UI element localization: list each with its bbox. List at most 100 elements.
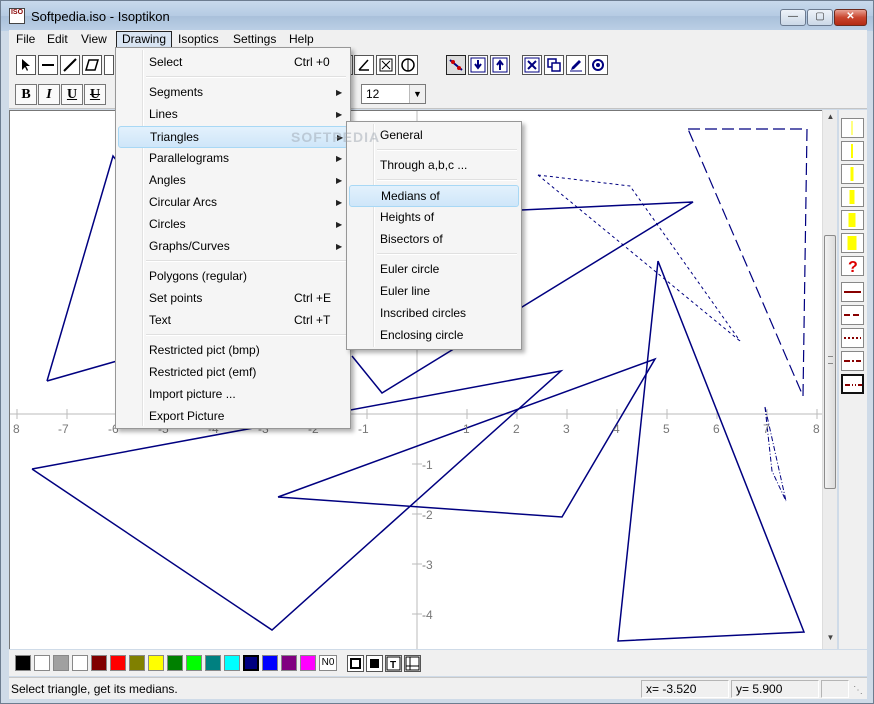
line-style-dot-button[interactable] xyxy=(841,328,864,348)
color-swatch[interactable] xyxy=(72,655,88,671)
triangles-item-enclosing-circle[interactable]: Enclosing circle xyxy=(349,325,519,347)
italic-button[interactable]: I xyxy=(38,84,60,105)
scroll-down-icon[interactable]: ▼ xyxy=(823,633,838,647)
line-width-3-button[interactable] xyxy=(841,164,864,184)
color-swatch[interactable] xyxy=(110,655,126,671)
triangle-edge[interactable] xyxy=(46,360,118,382)
triangle-dashed[interactable] xyxy=(687,128,808,397)
triangles-item-heights-of[interactable]: Heights of xyxy=(349,207,519,229)
vertical-scrollbar[interactable]: ▲ ▼ xyxy=(822,110,837,649)
drawing-menu-item-graphs-curves[interactable]: Graphs/Curves ▶ xyxy=(118,236,348,258)
color-swatch[interactable] xyxy=(262,655,278,671)
drawing-menu-item-export-picture[interactable]: Export Picture xyxy=(118,406,348,428)
menu-help[interactable]: Help xyxy=(284,31,319,48)
drawing-menu-item-circular-arcs[interactable]: Circular Arcs ▶ xyxy=(118,192,348,214)
triangles-item-euler-circle[interactable]: Euler circle xyxy=(349,259,519,281)
font-size-select[interactable]: 12 ▼ xyxy=(361,84,426,104)
outline-mode-button[interactable] xyxy=(347,655,364,672)
segment-tool-button[interactable] xyxy=(38,55,58,75)
scroll-thumb[interactable] xyxy=(824,235,836,489)
submenu-arrow-icon: ▶ xyxy=(336,154,343,163)
line-tool-button[interactable] xyxy=(60,55,80,75)
triangle-shape-5[interactable] xyxy=(617,260,806,642)
color-swatch[interactable] xyxy=(243,655,259,671)
chevron-down-icon[interactable]: ▼ xyxy=(409,85,425,103)
triangle-shape-1[interactable] xyxy=(46,154,118,382)
triangles-item-through-a-b-c[interactable]: Through a,b,c ... xyxy=(349,155,519,177)
menu-settings[interactable]: Settings xyxy=(228,31,281,48)
menu-file[interactable]: File xyxy=(11,31,40,48)
line-icon xyxy=(63,58,77,72)
strikeout-button[interactable]: U xyxy=(84,84,106,105)
properties-button[interactable] xyxy=(588,55,608,75)
triangles-item-medians-of[interactable]: Medians of xyxy=(349,185,519,207)
drawing-menu-item-set-points[interactable]: Set points Ctrl +E xyxy=(118,288,348,310)
drawing-menu-item-angles[interactable]: Angles ▶ xyxy=(118,170,348,192)
color-swatch[interactable] xyxy=(186,655,202,671)
circle-tool-button[interactable] xyxy=(398,55,418,75)
menu-edit[interactable]: Edit xyxy=(42,31,73,48)
angle-tool-button[interactable] xyxy=(354,55,374,75)
color-swatch[interactable] xyxy=(129,655,145,671)
line-width-2-button[interactable] xyxy=(841,141,864,161)
move-down-button[interactable] xyxy=(468,55,488,75)
color-swatch[interactable] xyxy=(167,655,183,671)
bold-button[interactable]: B xyxy=(15,84,37,105)
color-swatch[interactable] xyxy=(281,655,297,671)
drawing-menu-item-restricted-pict-emf[interactable]: Restricted pict (emf) xyxy=(118,362,348,384)
copy-object-button[interactable] xyxy=(544,55,564,75)
text-color-button[interactable]: T xyxy=(385,655,402,672)
line-style-solid-button[interactable] xyxy=(841,282,864,302)
triangles-item-inscribed-circles[interactable]: Inscribed circles xyxy=(349,303,519,325)
drawing-menu-item-circles[interactable]: Circles ▶ xyxy=(118,214,348,236)
triangle-dotted-edge[interactable] xyxy=(537,174,741,342)
edit-object-button[interactable] xyxy=(566,55,586,75)
maximize-button[interactable]: ▢ xyxy=(807,9,833,26)
minimize-button[interactable]: — xyxy=(780,9,806,26)
line-style-dashdotdot-button[interactable] xyxy=(841,374,864,394)
line-width-4-button[interactable] xyxy=(841,187,864,207)
color-swatch[interactable] xyxy=(224,655,240,671)
select-tool-button[interactable] xyxy=(16,55,36,75)
color-swatch[interactable] xyxy=(91,655,107,671)
underline-button[interactable]: U xyxy=(61,84,83,105)
drawing-menu-item-segments[interactable]: Segments ▶ xyxy=(118,82,348,104)
scroll-up-icon[interactable]: ▲ xyxy=(823,112,838,126)
menu-item-label: Euler circle xyxy=(380,262,440,276)
color-swatch[interactable] xyxy=(205,655,221,671)
tool-button-partial[interactable] xyxy=(104,55,114,75)
resize-grip-icon[interactable]: ⋱ xyxy=(853,685,865,697)
drawing-menu-item-select[interactable]: Select Ctrl +0 xyxy=(118,52,348,74)
no-color-swatch[interactable]: N0 xyxy=(319,655,337,671)
drawing-menu-item-lines[interactable]: Lines ▶ xyxy=(118,104,348,126)
color-swatch[interactable] xyxy=(53,655,69,671)
line-width-6-button[interactable] xyxy=(841,233,864,253)
close-button[interactable]: ✕ xyxy=(834,9,867,26)
menu-view[interactable]: View xyxy=(76,31,112,48)
color-swatch[interactable] xyxy=(300,655,316,671)
parallelogram-tool-button[interactable] xyxy=(82,55,102,75)
triangles-item-bisectors-of[interactable]: Bisectors of xyxy=(349,229,519,251)
color-swatch[interactable] xyxy=(148,655,164,671)
menu-drawing[interactable]: Drawing xyxy=(116,31,173,48)
move-up-button[interactable] xyxy=(490,55,510,75)
drawing-menu-item-parallelograms[interactable]: Parallelograms ▶ xyxy=(118,148,348,170)
triangles-item-euler-line[interactable]: Euler line xyxy=(349,281,519,303)
drawing-menu-item-polygons-regular[interactable]: Polygons (regular) xyxy=(118,266,348,288)
line-width-1-button[interactable] xyxy=(841,118,864,138)
grid-button[interactable] xyxy=(404,655,421,672)
drawing-menu-item-text[interactable]: Text Ctrl +T xyxy=(118,310,348,332)
color-swatch[interactable] xyxy=(15,655,31,671)
bisector-tool-button[interactable] xyxy=(376,55,396,75)
line-style-dash-button[interactable] xyxy=(841,305,864,325)
color-swatch[interactable] xyxy=(34,655,50,671)
menu-isoptics[interactable]: Isoptics xyxy=(173,31,224,48)
delete-object-button[interactable] xyxy=(522,55,542,75)
isoptic-tool-button[interactable] xyxy=(446,55,466,75)
line-style-dashdot-button[interactable] xyxy=(841,351,864,371)
drawing-menu-item-restricted-pict-bmp[interactable]: Restricted pict (bmp) xyxy=(118,340,348,362)
drawing-menu-item-import-picture[interactable]: Import picture ... xyxy=(118,384,348,406)
fill-mode-button[interactable] xyxy=(366,655,383,672)
help-button[interactable]: ? xyxy=(841,256,864,276)
line-width-5-button[interactable] xyxy=(841,210,864,230)
